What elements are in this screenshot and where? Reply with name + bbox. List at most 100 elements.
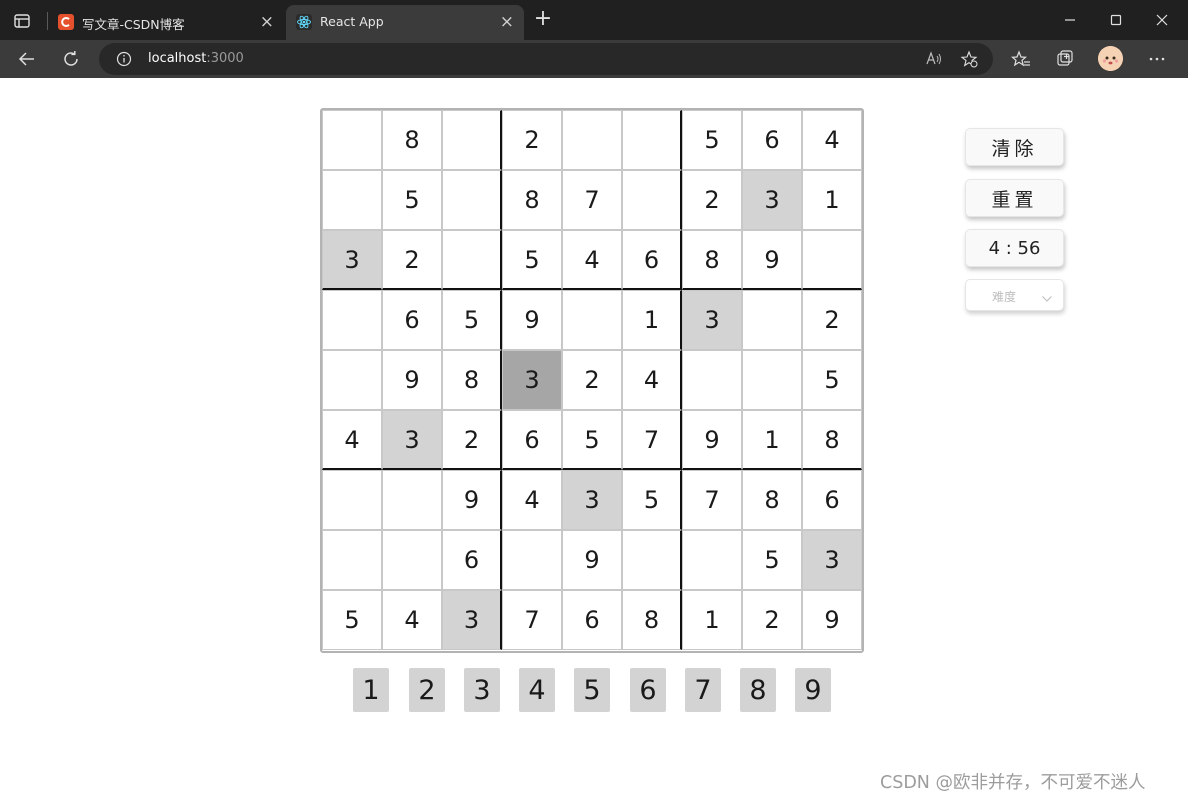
sudoku-cell[interactable]: 4 [802, 110, 862, 170]
reset-button[interactable]: 重置 [965, 179, 1064, 217]
sudoku-cell[interactable]: 6 [442, 530, 502, 590]
sudoku-cell[interactable]: 5 [562, 410, 622, 470]
sudoku-cell[interactable]: 6 [382, 290, 442, 350]
sudoku-cell[interactable]: 8 [502, 170, 562, 230]
sudoku-cell[interactable]: 4 [622, 350, 682, 410]
number-key[interactable]: 5 [574, 668, 610, 712]
sudoku-cell[interactable]: 2 [562, 350, 622, 410]
sudoku-cell[interactable] [382, 470, 442, 530]
sudoku-cell[interactable]: 3 [682, 290, 742, 350]
favorites-icon[interactable] [1010, 49, 1031, 69]
sudoku-cell[interactable] [802, 230, 862, 290]
number-key[interactable]: 7 [685, 668, 721, 712]
sudoku-cell[interactable] [502, 530, 562, 590]
sudoku-cell[interactable] [682, 530, 742, 590]
sudoku-cell[interactable] [322, 110, 382, 170]
sudoku-cell[interactable]: 8 [442, 350, 502, 410]
sudoku-cell[interactable]: 7 [622, 410, 682, 470]
sudoku-cell[interactable] [322, 470, 382, 530]
sudoku-cell[interactable]: 3 [382, 410, 442, 470]
sudoku-cell[interactable]: 3 [802, 530, 862, 590]
back-arrow-icon[interactable] [17, 49, 37, 69]
sudoku-cell[interactable]: 9 [502, 290, 562, 350]
sudoku-cell[interactable]: 4 [502, 470, 562, 530]
sudoku-cell[interactable]: 9 [442, 470, 502, 530]
number-key[interactable]: 1 [353, 668, 389, 712]
sudoku-cell[interactable]: 4 [562, 230, 622, 290]
sudoku-cell[interactable]: 8 [802, 410, 862, 470]
sudoku-cell[interactable]: 5 [802, 350, 862, 410]
sudoku-cell[interactable]: 6 [742, 110, 802, 170]
sudoku-cell[interactable]: 2 [742, 590, 802, 650]
sudoku-cell[interactable] [382, 530, 442, 590]
sudoku-cell[interactable] [742, 290, 802, 350]
sudoku-cell[interactable]: 2 [682, 170, 742, 230]
tab-actions-icon[interactable] [12, 11, 32, 31]
clear-button[interactable]: 清除 [965, 128, 1064, 166]
sudoku-cell[interactable]: 5 [502, 230, 562, 290]
sudoku-cell[interactable]: 8 [382, 110, 442, 170]
sudoku-cell[interactable] [562, 110, 622, 170]
sudoku-cell[interactable]: 1 [802, 170, 862, 230]
number-key[interactable]: 4 [519, 668, 555, 712]
sudoku-cell[interactable]: 5 [622, 470, 682, 530]
sudoku-cell[interactable] [322, 350, 382, 410]
tab-react-app[interactable]: React App × [286, 5, 524, 40]
number-key[interactable]: 2 [409, 668, 445, 712]
sudoku-cell[interactable]: 2 [442, 410, 502, 470]
plus-icon[interactable]: + [532, 8, 554, 31]
window-close-icon[interactable] [1150, 8, 1174, 32]
sudoku-cell[interactable]: 3 [562, 470, 622, 530]
sudoku-cell[interactable]: 5 [682, 110, 742, 170]
sudoku-cell[interactable] [682, 350, 742, 410]
sudoku-cell[interactable] [442, 230, 502, 290]
sudoku-cell[interactable]: 6 [622, 230, 682, 290]
sudoku-cell[interactable]: 1 [682, 590, 742, 650]
refresh-icon[interactable] [61, 49, 81, 69]
close-icon[interactable]: × [500, 12, 514, 32]
sudoku-cell[interactable]: 8 [682, 230, 742, 290]
difficulty-select[interactable]: 难度 [965, 279, 1064, 311]
tab-csdn[interactable]: 写文章-CSDN博客 × [48, 5, 284, 40]
number-key[interactable]: 3 [464, 668, 500, 712]
sudoku-cell[interactable]: 9 [742, 230, 802, 290]
sudoku-cell[interactable]: 3 [502, 350, 562, 410]
sudoku-cell[interactable]: 3 [322, 230, 382, 290]
sudoku-cell[interactable]: 2 [382, 230, 442, 290]
site-info-icon[interactable] [116, 51, 132, 67]
sudoku-cell[interactable] [622, 110, 682, 170]
sudoku-cell[interactable]: 9 [682, 410, 742, 470]
sudoku-cell[interactable]: 2 [802, 290, 862, 350]
sudoku-cell[interactable]: 2 [502, 110, 562, 170]
sudoku-cell[interactable]: 4 [382, 590, 442, 650]
number-key[interactable]: 8 [740, 668, 776, 712]
sudoku-cell[interactable] [742, 350, 802, 410]
sudoku-cell[interactable]: 9 [382, 350, 442, 410]
sudoku-cell[interactable]: 5 [382, 170, 442, 230]
more-options-icon[interactable] [1147, 49, 1167, 69]
sudoku-cell[interactable] [622, 530, 682, 590]
sudoku-cell[interactable]: 9 [562, 530, 622, 590]
address-bar[interactable]: localhost:3000 [99, 43, 993, 75]
sudoku-cell[interactable] [442, 110, 502, 170]
avatar[interactable] [1098, 46, 1123, 71]
sudoku-cell[interactable]: 6 [802, 470, 862, 530]
sudoku-cell[interactable]: 1 [622, 290, 682, 350]
sudoku-cell[interactable]: 5 [742, 530, 802, 590]
sudoku-cell[interactable]: 8 [622, 590, 682, 650]
number-key[interactable]: 6 [630, 668, 666, 712]
add-favorite-icon[interactable] [960, 50, 978, 68]
sudoku-cell[interactable]: 8 [742, 470, 802, 530]
sudoku-cell[interactable] [322, 290, 382, 350]
read-aloud-icon[interactable] [925, 50, 943, 68]
sudoku-cell[interactable]: 4 [322, 410, 382, 470]
sudoku-cell[interactable] [562, 290, 622, 350]
maximize-icon[interactable] [1104, 8, 1128, 32]
number-key[interactable]: 9 [795, 668, 831, 712]
sudoku-cell[interactable]: 7 [682, 470, 742, 530]
sudoku-cell[interactable]: 3 [742, 170, 802, 230]
sudoku-cell[interactable]: 1 [742, 410, 802, 470]
sudoku-cell[interactable] [442, 170, 502, 230]
sudoku-cell[interactable]: 7 [562, 170, 622, 230]
sudoku-cell[interactable]: 6 [502, 410, 562, 470]
